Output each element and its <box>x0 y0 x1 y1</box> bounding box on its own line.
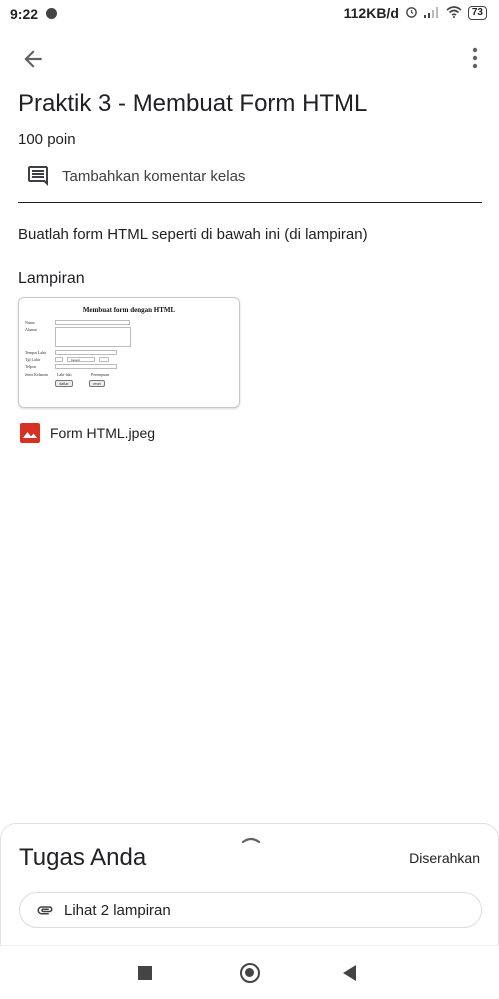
assignment-points: 100 poin <box>18 131 76 148</box>
home-button[interactable] <box>240 963 260 983</box>
more-options-button[interactable] <box>467 44 483 72</box>
battery-indicator: 73 <box>467 6 487 20</box>
thumbnail-select: Januari <box>67 357 95 362</box>
signal-icon <box>423 5 440 21</box>
divider <box>18 202 482 203</box>
thumbnail-field <box>99 357 109 362</box>
assignment-instructions: Buatlah form HTML seperti di bawah ini (… <box>18 226 368 243</box>
thumbnail-radio: Laki-laki <box>57 372 72 377</box>
add-class-comment-label: Tambahkan komentar kelas <box>62 167 246 185</box>
app-bar <box>0 36 499 80</box>
status-bar: 9:22 112KB/d 73 <box>0 0 499 28</box>
thumbnail-label: Jenis Kelamin <box>25 372 48 377</box>
back-button[interactable] <box>20 46 46 72</box>
thumbnail-label: Tempat Lahir <box>25 350 47 355</box>
thumbnail-label: Alamat <box>25 327 37 332</box>
system-back-button[interactable] <box>343 965 356 981</box>
home-icon <box>245 968 254 977</box>
recents-button[interactable] <box>138 966 152 980</box>
attachments-heading: Lampiran <box>18 270 85 287</box>
thumbnail-field <box>55 357 63 362</box>
status-indicators: 112KB/d 73 <box>344 5 487 21</box>
sheet-expand-handle[interactable] <box>241 832 261 844</box>
thumbnail-label: Tgl Lahir <box>25 357 41 362</box>
attachment-file-name: Form HTML.jpeg <box>50 425 156 441</box>
assignment-title: Praktik 3 - Membuat Form HTML <box>18 90 368 117</box>
thumbnail-field <box>55 320 130 325</box>
notification-icon <box>46 8 57 19</box>
chevron-up-icon <box>241 837 261 844</box>
arrow-back-icon <box>24 50 42 68</box>
attachment-icon <box>37 906 53 915</box>
more-vert-icon <box>472 47 478 69</box>
your-work-title: Tugas Anda <box>19 844 147 871</box>
thumbnail-label: Nama <box>25 320 35 325</box>
comment-icon <box>28 166 48 186</box>
view-attachments-button[interactable]: Lihat 2 lampiran <box>19 892 482 928</box>
network-speed: 112KB/d <box>343 5 399 21</box>
system-nav-bar <box>0 945 499 999</box>
thumbnail-field <box>55 350 117 355</box>
thumbnail-reset-button: reset <box>89 380 105 387</box>
wifi-icon <box>446 5 462 21</box>
attachment-thumbnail[interactable]: Membuat form dengan HTML Nama Alamat Tem… <box>18 297 240 408</box>
alarm-icon <box>405 5 418 21</box>
thumbnail-radio: Perempuan <box>91 372 109 377</box>
attachment-file[interactable]: Form HTML.jpeg <box>20 423 155 443</box>
thumbnail-title: Membuat form dengan HTML <box>82 306 176 314</box>
view-attachments-label: Lihat 2 lampiran <box>64 901 171 919</box>
thumbnail-textarea <box>55 327 131 347</box>
thumbnail-submit-button: daftar <box>55 380 73 387</box>
add-class-comment-button[interactable]: Tambahkan komentar kelas <box>26 162 245 190</box>
status-time: 9:22 <box>10 6 39 22</box>
your-work-sheet: Tugas Anda Diserahkan Lihat 2 lampiran <box>0 823 499 945</box>
thumbnail-label: Telpon <box>25 364 37 369</box>
image-icon <box>20 423 40 443</box>
submission-status: Diserahkan <box>409 850 480 866</box>
thumbnail-field <box>55 364 117 369</box>
